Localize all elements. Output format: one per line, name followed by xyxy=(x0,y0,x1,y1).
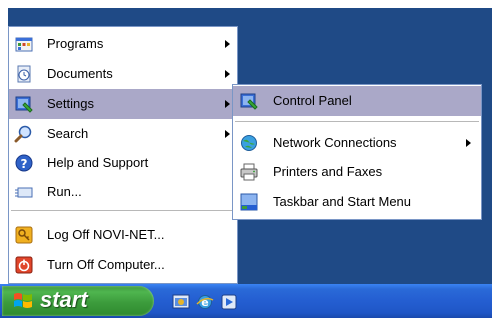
submenu-arrow-icon xyxy=(225,130,230,138)
media-player-icon[interactable] xyxy=(220,293,238,311)
taskbar-icon xyxy=(239,192,259,212)
settings-submenu: Control Panel Network Connections Printe… xyxy=(232,84,482,220)
menu-item-log-off[interactable]: Log Off NOVI-NET... xyxy=(9,220,237,250)
submenu-item-network-connections[interactable]: Network Connections xyxy=(233,129,481,157)
submenu-item-control-panel[interactable]: Control Panel xyxy=(233,86,481,116)
menu-item-documents[interactable]: Documents xyxy=(9,59,237,89)
settings-icon xyxy=(14,94,34,114)
menu-item-label: Settings xyxy=(47,96,94,111)
menu-item-run[interactable]: Run... xyxy=(9,177,237,207)
menu-item-settings[interactable]: Settings xyxy=(9,89,237,119)
menu-item-label: Search xyxy=(47,126,89,141)
programs-icon xyxy=(14,34,34,54)
start-button[interactable]: start xyxy=(2,286,154,316)
search-icon xyxy=(14,124,34,144)
menu-item-label: Programs xyxy=(47,36,104,51)
submenu-item-label: Control Panel xyxy=(273,93,352,108)
menu-separator xyxy=(11,210,235,211)
taskbar: start e xyxy=(0,284,492,318)
submenu-arrow-icon xyxy=(225,70,230,78)
menu-item-turn-off[interactable]: Turn Off Computer... xyxy=(9,250,237,280)
menu-item-search[interactable]: Search xyxy=(9,119,237,149)
menu-item-label: Run... xyxy=(47,184,82,199)
screenshot-border-top xyxy=(0,0,492,8)
help-icon: ? xyxy=(14,153,34,173)
menu-item-programs[interactable]: Programs xyxy=(9,29,237,59)
log-off-icon xyxy=(14,225,34,245)
documents-icon xyxy=(14,64,34,84)
printers-icon xyxy=(239,162,259,182)
submenu-item-label: Taskbar and Start Menu xyxy=(273,194,412,209)
windows-flag-icon xyxy=(12,290,34,312)
submenu-item-label: Network Connections xyxy=(273,135,397,150)
submenu-separator xyxy=(235,121,479,122)
menu-item-help[interactable]: ? Help and Support xyxy=(9,148,237,178)
svg-text:?: ? xyxy=(21,157,28,171)
submenu-arrow-icon xyxy=(225,40,230,48)
menu-item-label: Log Off NOVI-NET... xyxy=(47,227,165,242)
turn-off-icon xyxy=(14,255,34,275)
control-panel-icon xyxy=(239,91,259,111)
screenshot-border-left xyxy=(0,0,8,284)
start-menu: Programs Documents Settings Search ? Hel… xyxy=(8,26,238,284)
show-desktop-icon[interactable] xyxy=(172,293,190,311)
menu-item-label: Turn Off Computer... xyxy=(47,257,165,272)
submenu-item-taskbar-start-menu[interactable]: Taskbar and Start Menu xyxy=(233,187,481,217)
menu-item-label: Help and Support xyxy=(47,155,149,170)
submenu-arrow-icon xyxy=(466,139,471,147)
internet-explorer-icon[interactable]: e xyxy=(196,293,214,311)
submenu-item-label: Printers and Faxes xyxy=(273,164,383,179)
run-icon xyxy=(14,182,34,202)
submenu-item-printers[interactable]: Printers and Faxes xyxy=(233,158,481,186)
network-connections-icon xyxy=(239,133,259,153)
submenu-arrow-icon xyxy=(225,100,230,108)
menu-item-label: Documents xyxy=(47,66,113,81)
start-button-label: start xyxy=(40,287,88,312)
